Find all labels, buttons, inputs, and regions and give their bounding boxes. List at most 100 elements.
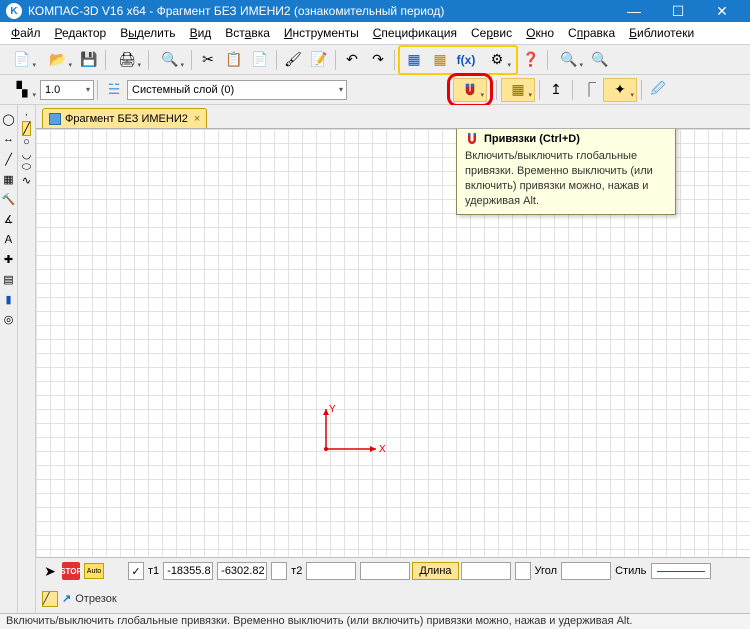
undo-button[interactable]: ↶: [340, 48, 364, 72]
menu-help[interactable]: Справка: [561, 23, 622, 43]
round-button[interactable]: ✦: [603, 78, 637, 102]
snap-button[interactable]: [453, 78, 487, 102]
length-label[interactable]: Длина: [412, 562, 458, 580]
help-button[interactable]: ❓: [519, 48, 543, 72]
fx-button[interactable]: f(x): [454, 48, 478, 72]
magnet-icon: [465, 132, 479, 146]
brush-button[interactable]: 🖌: [281, 48, 305, 72]
point-icon[interactable]: ·: [25, 109, 29, 121]
t2-y-field[interactable]: [360, 562, 410, 580]
settings-button[interactable]: ⚙: [480, 48, 514, 72]
style-swatch[interactable]: [651, 563, 711, 579]
arrow-icon[interactable]: ➤: [41, 562, 59, 580]
menu-libraries[interactable]: Библиотеки: [622, 23, 701, 43]
stop-button[interactable]: STOP: [62, 562, 80, 580]
menu-view[interactable]: Вид: [183, 23, 219, 43]
app-logo-icon: K: [6, 3, 22, 19]
menu-spec[interactable]: Спецификация: [366, 23, 464, 43]
redo-button[interactable]: ↷: [366, 48, 390, 72]
statusbar: Включить/выключить глобальные привязки. …: [0, 613, 750, 629]
segment-tool-icon[interactable]: ╱: [22, 121, 31, 136]
menu-edit[interactable]: Редактор: [48, 23, 114, 43]
param-icon[interactable]: ∡: [1, 211, 17, 227]
preview-button[interactable]: 🔍: [153, 48, 187, 72]
separator: [394, 50, 395, 70]
circle-tool-icon[interactable]: ○: [23, 136, 30, 148]
tab-close-icon[interactable]: ×: [194, 113, 200, 125]
menu-insert[interactable]: Вставка: [218, 23, 277, 43]
length-field[interactable]: [461, 562, 511, 580]
t1-x-field[interactable]: -18355.8: [163, 562, 213, 580]
variable-manager-button[interactable]: ▦: [428, 48, 452, 72]
hatch-icon[interactable]: ▦: [1, 171, 17, 187]
copy-button[interactable]: 📋: [222, 48, 246, 72]
drawing-canvas[interactable]: X Y Привязки (Ctrl+D) Включить/выключить…: [36, 129, 750, 557]
document-tab[interactable]: Фрагмент БЕЗ ИМЕНИ2 ×: [42, 108, 207, 128]
t1-y-field[interactable]: -6302.82: [217, 562, 267, 580]
x-axis-label: X: [379, 444, 386, 455]
manager-group: ▦ ▦ f(x) ⚙: [398, 45, 518, 75]
compass-icon[interactable]: Ａ: [1, 231, 17, 247]
arc-tool-icon[interactable]: ◡: [22, 148, 32, 161]
t1-label: т1: [146, 565, 161, 577]
auto-button[interactable]: Auto: [84, 563, 104, 579]
zoom-in-button[interactable]: 🔍: [552, 48, 586, 72]
symbol-icon[interactable]: ✚: [1, 251, 17, 267]
t2-x-field[interactable]: [306, 562, 356, 580]
cut-button[interactable]: ✂: [196, 48, 220, 72]
tooltip-title: Привязки (Ctrl+D): [484, 133, 580, 145]
window-title: КОМПАС-3D V16 x64 - Фрагмент БЕЗ ИМЕНИ2 …: [28, 4, 612, 18]
edit-button[interactable]: 🖉: [646, 78, 670, 102]
separator: [276, 50, 277, 70]
state-button[interactable]: ▚: [5, 78, 39, 102]
library-manager-button[interactable]: ▦: [402, 48, 426, 72]
layer-icon[interactable]: ☱: [102, 78, 126, 102]
document-tabstrip: Фрагмент БЕЗ ИМЕНИ2 ×: [36, 105, 750, 129]
titlebar: K КОМПАС-3D V16 x64 - Фрагмент БЕЗ ИМЕНИ…: [0, 0, 750, 22]
tooltip-body: Включить/выключить глобальные привязки. …: [465, 149, 667, 208]
table-icon[interactable]: ▤: [1, 271, 17, 287]
angle-field[interactable]: [561, 562, 611, 580]
status-text: Включить/выключить глобальные привязки. …: [6, 615, 632, 627]
scale-combo[interactable]: 1.0: [40, 80, 94, 100]
paste-button[interactable]: 📄: [248, 48, 272, 72]
y-axis-label: Y: [329, 404, 336, 415]
t2-toggle[interactable]: [271, 562, 287, 580]
segment-mode-icon[interactable]: ╱: [42, 591, 58, 607]
ortho-button[interactable]: ⎾: [577, 78, 601, 102]
line-icon[interactable]: ╱: [1, 151, 17, 167]
t1-toggle[interactable]: ✓: [128, 562, 144, 580]
separator: [547, 50, 548, 70]
dimension-icon[interactable]: ↔: [1, 131, 17, 147]
view-icon[interactable]: ▮: [1, 291, 17, 307]
left-toolbar-2: · ╱ ○ ◡ ⬭ ∿: [18, 105, 36, 613]
snap-highlight: [447, 73, 493, 107]
separator: [191, 50, 192, 70]
menu-window[interactable]: Окно: [519, 23, 561, 43]
left-toolbar-1: ◯ ↔ ╱ ▦ 🔨 ∡ Ａ ✚ ▤ ▮ ◎: [0, 105, 18, 613]
new-button[interactable]: 📄: [5, 48, 39, 72]
property-panel: ➤ STOP Auto ✓ т1 -18355.8 -6302.82 т2 Дл…: [36, 557, 750, 613]
layer-combo[interactable]: Системный слой (0): [127, 80, 347, 100]
angle-toggle[interactable]: [515, 562, 531, 580]
maximize-button[interactable]: ☐: [656, 0, 700, 22]
angle-label: Угол: [533, 565, 560, 577]
menu-service[interactable]: Сервис: [464, 23, 519, 43]
menu-select[interactable]: Выделить: [113, 23, 182, 43]
zoom-button[interactable]: 🔍: [588, 48, 612, 72]
close-button[interactable]: ✕: [700, 0, 744, 22]
local-cs-button[interactable]: ↥: [544, 78, 568, 102]
grid-button[interactable]: ▦: [501, 78, 535, 102]
menu-file[interactable]: Файл: [4, 23, 48, 43]
ellipse-tool-icon[interactable]: ⬭: [22, 161, 31, 174]
spline-tool-icon[interactable]: ∿: [22, 174, 31, 187]
open-button[interactable]: 📂: [41, 48, 75, 72]
geometry-icon[interactable]: ◯: [1, 111, 17, 127]
spec-icon[interactable]: ◎: [1, 311, 17, 327]
save-button[interactable]: 💾: [77, 48, 101, 72]
hammer-icon[interactable]: 🔨: [1, 191, 17, 207]
menu-tools[interactable]: Инструменты: [277, 23, 366, 43]
properties-button[interactable]: 📝: [307, 48, 331, 72]
minimize-button[interactable]: —: [612, 0, 656, 22]
print-button[interactable]: 🖨: [110, 48, 144, 72]
